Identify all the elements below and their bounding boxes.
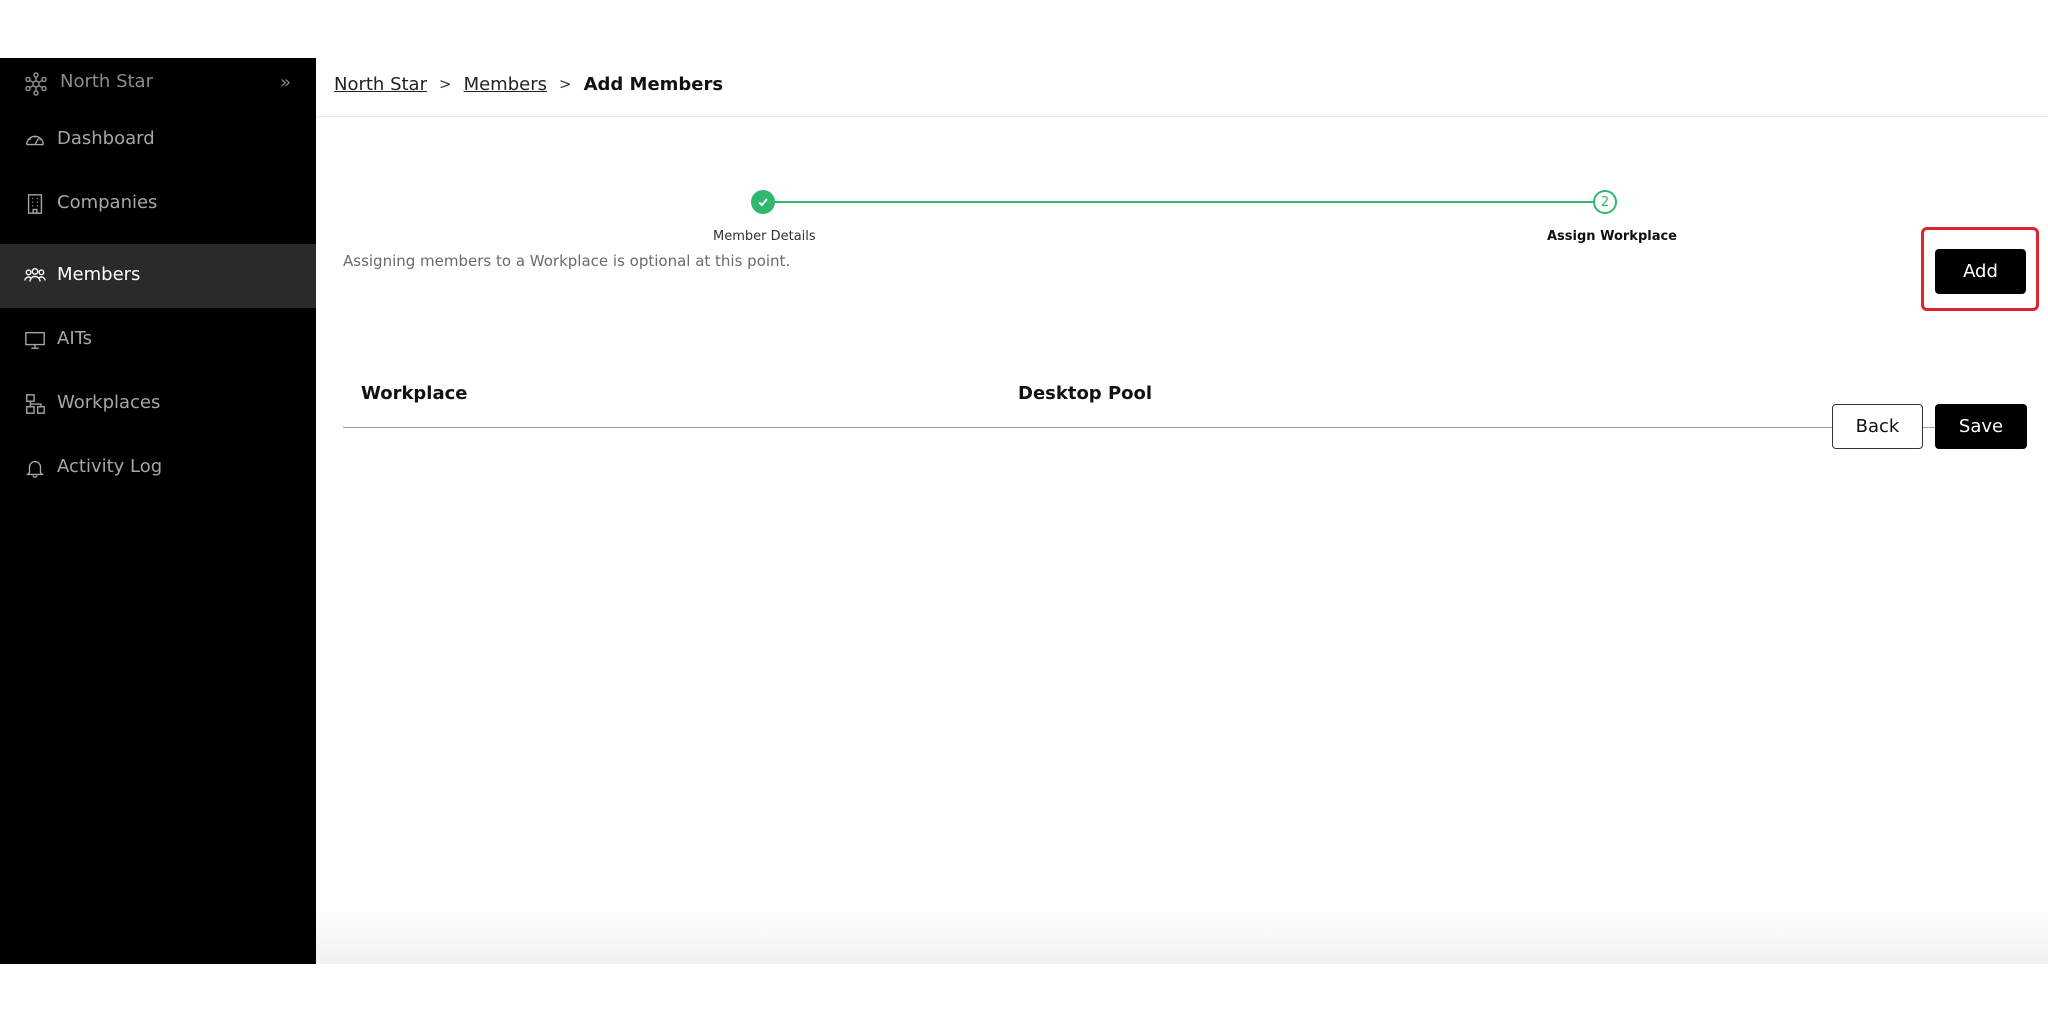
sidebar-item-companies[interactable]: Companies — [0, 172, 316, 236]
stepper-line — [764, 201, 1606, 203]
sidebar-item-label: AITs — [57, 328, 93, 349]
sidebar-item-dashboard[interactable]: Dashboard — [0, 108, 316, 172]
brand-name: North Star — [60, 71, 153, 92]
users-icon — [24, 267, 46, 282]
column-header-workplace: Workplace — [361, 383, 468, 404]
main-content: North Star > Members > Add Members Membe… — [316, 58, 2048, 964]
breadcrumb-separator: > — [558, 75, 572, 93]
monitor-icon — [25, 331, 45, 349]
top-band — [0, 0, 2048, 58]
save-button[interactable]: Save — [1935, 404, 2027, 449]
breadcrumb-separator: > — [438, 75, 452, 93]
back-button[interactable]: Back — [1832, 404, 1923, 449]
sidebar-item-label: Members — [57, 264, 141, 285]
brand: North Star » — [0, 58, 316, 108]
sidebar-item-label: Workplaces — [57, 392, 161, 413]
breadcrumb-link-members[interactable]: Members — [464, 74, 547, 95]
gauge-icon — [26, 135, 44, 146]
step-2-number: 2 — [1600, 194, 1610, 210]
step-1-check-icon — [751, 190, 775, 214]
building-icon — [27, 194, 43, 214]
sidebar: North Star » Dashboard Companies Members… — [0, 58, 316, 964]
sidebar-item-workplaces[interactable]: Workplaces — [0, 372, 316, 436]
sidebar-item-label: Activity Log — [57, 456, 163, 477]
breadcrumb: North Star > Members > Add Members — [334, 72, 723, 96]
network-icon — [25, 72, 47, 96]
sidebar-item-label: Dashboard — [57, 128, 155, 149]
breadcrumb-link-north-star[interactable]: North Star — [334, 74, 427, 95]
sidebar-item-label: Companies — [57, 192, 158, 213]
sidebar-item-aits[interactable]: AITs — [0, 308, 316, 372]
header-divider — [316, 116, 2048, 117]
hierarchy-icon — [26, 394, 45, 414]
bottom-fade — [316, 904, 2048, 964]
sidebar-item-activity-log[interactable]: Activity Log — [0, 436, 316, 500]
sidebar-item-members[interactable]: Members — [0, 244, 316, 308]
breadcrumb-current: Add Members — [583, 73, 724, 95]
bottom-band — [0, 964, 2048, 1021]
column-header-desktop-pool: Desktop Pool — [1018, 383, 1153, 404]
step-2-indicator: 2 — [1593, 190, 1617, 214]
step-2-label: Assign Workplace — [1547, 229, 1677, 244]
add-button[interactable]: Add — [1935, 249, 2026, 294]
double-chevron-right-icon[interactable]: » — [280, 73, 291, 93]
bell-icon — [26, 460, 44, 478]
check-icon — [758, 198, 768, 207]
workplace-table-header: Workplace Desktop Pool — [343, 368, 2027, 428]
step-1-label: Member Details — [713, 229, 816, 244]
assign-hint-text: Assigning members to a Workplace is opti… — [343, 252, 791, 270]
